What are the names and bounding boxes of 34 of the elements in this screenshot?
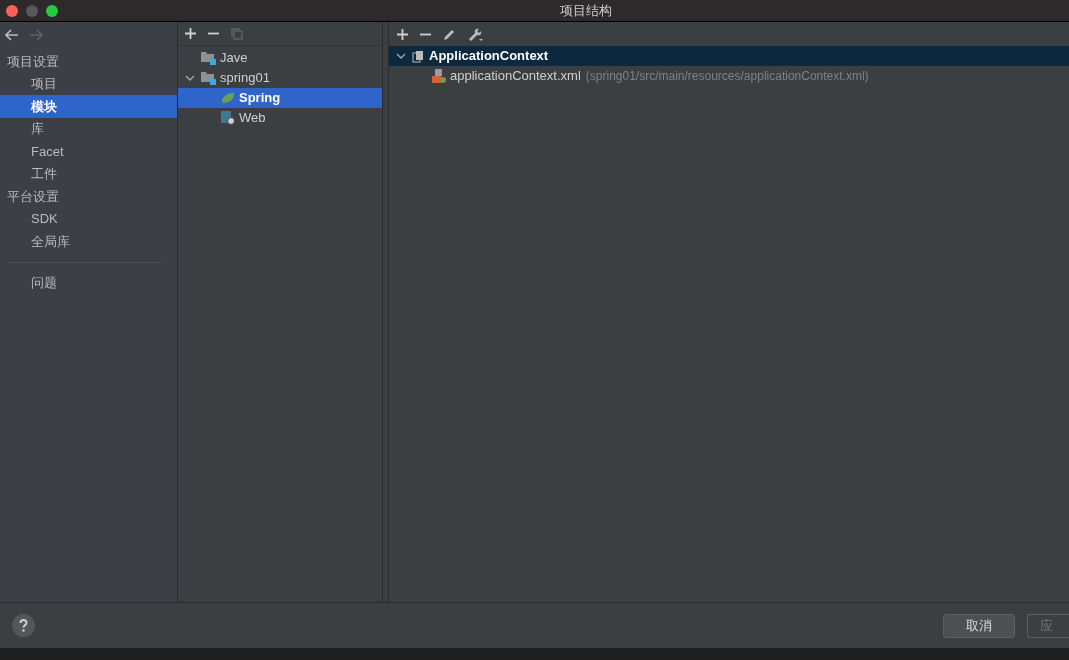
window-title: 项目结构 bbox=[560, 1, 612, 20]
add-icon[interactable] bbox=[185, 28, 196, 39]
tree-row[interactable]: Jave bbox=[178, 48, 382, 68]
chevron-down-icon[interactable] bbox=[185, 75, 195, 81]
add-icon[interactable] bbox=[397, 28, 408, 40]
tree-row[interactable]: Web bbox=[178, 108, 382, 128]
tree-row[interactable]: Spring bbox=[178, 88, 382, 108]
leaf-icon bbox=[221, 92, 235, 104]
sidebar-item[interactable]: Facet bbox=[0, 140, 177, 163]
wrench-icon[interactable] bbox=[468, 26, 484, 42]
xml-file-icon bbox=[432, 68, 446, 84]
sidebar-item[interactable]: 工件 bbox=[0, 162, 177, 185]
folder-icon bbox=[201, 51, 216, 65]
close-button[interactable] bbox=[6, 4, 18, 17]
back-arrow-icon[interactable] bbox=[5, 29, 19, 41]
sidebar-item[interactable]: 全局库 bbox=[0, 230, 177, 253]
section-header: 项目设置 bbox=[6, 52, 60, 71]
help-icon[interactable] bbox=[12, 614, 35, 637]
sidebar-item[interactable]: 问题 bbox=[0, 271, 177, 294]
tree-row[interactable]: spring01 bbox=[178, 68, 382, 88]
sidebar-item[interactable]: 库 bbox=[0, 117, 177, 140]
tree-row[interactable]: applicationContext.xml (spring01/src/main/resources/applicationContext.xml) bbox=[389, 66, 1069, 86]
globe-module-icon bbox=[221, 111, 235, 125]
chevron-down-icon[interactable] bbox=[396, 53, 406, 59]
section-header: 平台设置 bbox=[6, 187, 60, 206]
documents-icon bbox=[412, 49, 425, 63]
tree-row[interactable]: ApplicationContext bbox=[389, 46, 1069, 66]
sidebar-item[interactable]: 项目 bbox=[0, 72, 177, 95]
sidebar-item[interactable]: SDK bbox=[0, 207, 177, 230]
zoom-button[interactable] bbox=[46, 4, 58, 17]
dialog-button[interactable]: 取消 bbox=[943, 613, 1015, 638]
sidebar-item[interactable]: 模块 bbox=[0, 95, 177, 118]
folder-icon bbox=[201, 71, 216, 85]
pencil-icon[interactable] bbox=[443, 27, 456, 41]
